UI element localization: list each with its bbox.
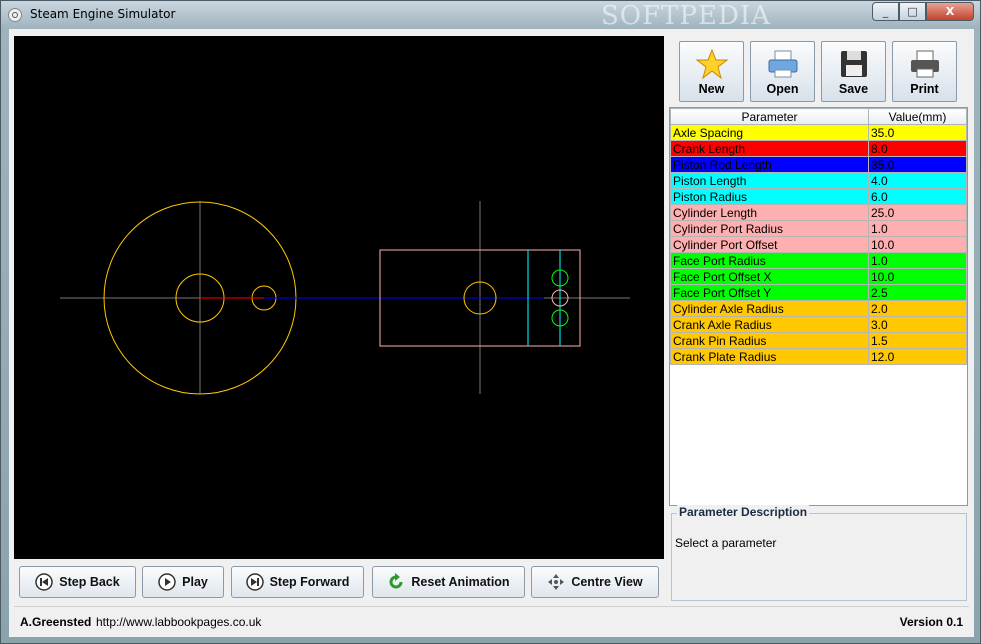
- parameter-name-cell[interactable]: Face Port Radius: [670, 252, 869, 269]
- table-row[interactable]: Crank Axle Radius 3.0: [670, 316, 967, 333]
- open-button[interactable]: Open: [750, 41, 815, 102]
- value-column-header[interactable]: Value(mm): [868, 108, 967, 125]
- centre-view-button[interactable]: Centre View: [531, 566, 659, 598]
- table-row[interactable]: Cylinder Axle Radius 2.0: [670, 300, 967, 317]
- new-label: New: [698, 82, 725, 96]
- app-window: Steam Engine Simulator SOFTPEDIA _ □ X N…: [0, 0, 981, 644]
- step-forward-label: Step Forward: [269, 575, 350, 589]
- play-icon: [158, 573, 176, 591]
- table-row[interactable]: Crank Pin Radius 1.5: [670, 332, 967, 349]
- printer-icon: [910, 50, 939, 78]
- parameter-value-cell[interactable]: 3.0: [868, 316, 967, 333]
- parameter-value-cell[interactable]: 10.0: [868, 236, 967, 253]
- parameter-value-cell[interactable]: 35.0: [868, 124, 967, 141]
- parameter-name-cell[interactable]: Face Port Offset Y: [670, 284, 869, 301]
- author-url[interactable]: http://www.labbookpages.co.uk: [96, 615, 261, 629]
- parameter-value-cell[interactable]: 2.0: [868, 300, 967, 317]
- parameter-name-cell[interactable]: Cylinder Length: [670, 204, 869, 221]
- step-forward-icon: [245, 573, 264, 591]
- parameter-name-cell[interactable]: Cylinder Port Radius: [670, 220, 869, 237]
- step-back-label: Step Back: [59, 575, 120, 589]
- status-bar: A.Greensted http://www.labbookpages.co.u…: [14, 606, 969, 633]
- parameter-value-cell[interactable]: 35.0: [868, 156, 967, 173]
- table-row[interactable]: Face Port Offset X 10.0: [670, 268, 967, 285]
- minimize-button[interactable]: _: [872, 2, 899, 21]
- table-row[interactable]: Cylinder Length 25.0: [670, 204, 967, 221]
- print-label: Print: [910, 82, 939, 96]
- window-title: Steam Engine Simulator: [30, 7, 176, 21]
- play-button[interactable]: Play: [142, 566, 224, 598]
- parameter-name-cell[interactable]: Crank Length: [670, 140, 869, 157]
- parameter-value-cell[interactable]: 6.0: [868, 188, 967, 205]
- table-row[interactable]: Face Port Offset Y 2.5: [670, 284, 967, 301]
- table-row[interactable]: Crank Length 8.0: [670, 140, 967, 157]
- client-area: New Open Save Print Parameter Value(mm) …: [9, 29, 974, 637]
- parameter-value-cell[interactable]: 12.0: [868, 348, 967, 365]
- table-row[interactable]: Piston Rod Length 35.0: [670, 156, 967, 173]
- parameter-name-cell[interactable]: Axle Spacing: [670, 124, 869, 141]
- centre-view-label: Centre View: [571, 575, 643, 589]
- star-icon: [695, 48, 728, 80]
- new-button[interactable]: New: [679, 41, 744, 102]
- table-row[interactable]: Crank Plate Radius 12.0: [670, 348, 967, 365]
- parameter-value-cell[interactable]: 8.0: [868, 140, 967, 157]
- move-arrows-icon: [548, 574, 565, 590]
- play-label: Play: [182, 575, 208, 589]
- parameter-value-cell[interactable]: 1.0: [868, 252, 967, 269]
- parameter-value-cell[interactable]: 1.0: [868, 220, 967, 237]
- parameter-name-cell[interactable]: Crank Pin Radius: [670, 332, 869, 349]
- step-back-icon: [35, 573, 54, 591]
- open-printer-icon: [768, 50, 797, 78]
- open-label: Open: [766, 82, 799, 96]
- description-text: Select a parameter: [675, 536, 777, 550]
- parameter-name-cell[interactable]: Crank Plate Radius: [670, 348, 869, 365]
- close-button[interactable]: X: [926, 2, 974, 21]
- parameter-name-cell[interactable]: Piston Length: [670, 172, 869, 189]
- version-label: Version 0.1: [899, 615, 963, 629]
- parameter-value-cell[interactable]: 4.0: [868, 172, 967, 189]
- reset-arrow-icon: [389, 573, 403, 589]
- parameter-name-cell[interactable]: Piston Radius: [670, 188, 869, 205]
- save-button[interactable]: Save: [821, 41, 886, 102]
- simulation-canvas[interactable]: [14, 36, 664, 559]
- save-label: Save: [838, 82, 869, 96]
- parameter-value-cell[interactable]: 1.5: [868, 332, 967, 349]
- author-name: A.Greensted: [20, 615, 92, 629]
- app-icon: [8, 8, 22, 22]
- reset-animation-button[interactable]: Reset Animation: [372, 566, 525, 598]
- step-forward-button[interactable]: Step Forward: [231, 566, 364, 598]
- parameter-name-cell[interactable]: Cylinder Port Offset: [670, 236, 869, 253]
- parameter-column-header[interactable]: Parameter: [670, 108, 869, 125]
- parameter-table[interactable]: Parameter Value(mm) Axle Spacing 35.0 Cran…: [669, 107, 968, 506]
- title-bar[interactable]: Steam Engine Simulator SOFTPEDIA _ □ X: [1, 1, 980, 31]
- parameter-name-cell[interactable]: Cylinder Axle Radius: [670, 300, 869, 317]
- table-row[interactable]: Cylinder Port Offset 10.0: [670, 236, 967, 253]
- table-row[interactable]: Cylinder Port Radius 1.0: [670, 220, 967, 237]
- parameter-value-cell[interactable]: 2.5: [868, 284, 967, 301]
- table-header-row: Parameter Value(mm): [670, 108, 967, 125]
- reset-animation-label: Reset Animation: [411, 575, 510, 589]
- parameter-value-cell[interactable]: 25.0: [868, 204, 967, 221]
- parameter-description-panel: Parameter Description Select a parameter: [671, 505, 967, 601]
- table-row[interactable]: Piston Radius 6.0: [670, 188, 967, 205]
- parameter-name-cell[interactable]: Face Port Offset X: [670, 268, 869, 285]
- table-row[interactable]: Face Port Radius 1.0: [670, 252, 967, 269]
- step-back-button[interactable]: Step Back: [19, 566, 136, 598]
- print-button[interactable]: Print: [892, 41, 957, 102]
- floppy-disk-icon: [840, 51, 867, 77]
- table-row[interactable]: Axle Spacing 35.0: [670, 124, 967, 141]
- description-title: Parameter Description: [677, 505, 810, 519]
- engine-drawing: [60, 201, 630, 395]
- parameter-name-cell[interactable]: Crank Axle Radius: [670, 316, 869, 333]
- parameter-name-cell[interactable]: Piston Rod Length: [670, 156, 869, 173]
- table-row[interactable]: Piston Length 4.0: [670, 172, 967, 189]
- parameter-value-cell[interactable]: 10.0: [868, 268, 967, 285]
- maximize-button[interactable]: □: [899, 2, 926, 21]
- watermark-logo: SOFTPEDIA: [601, 1, 771, 31]
